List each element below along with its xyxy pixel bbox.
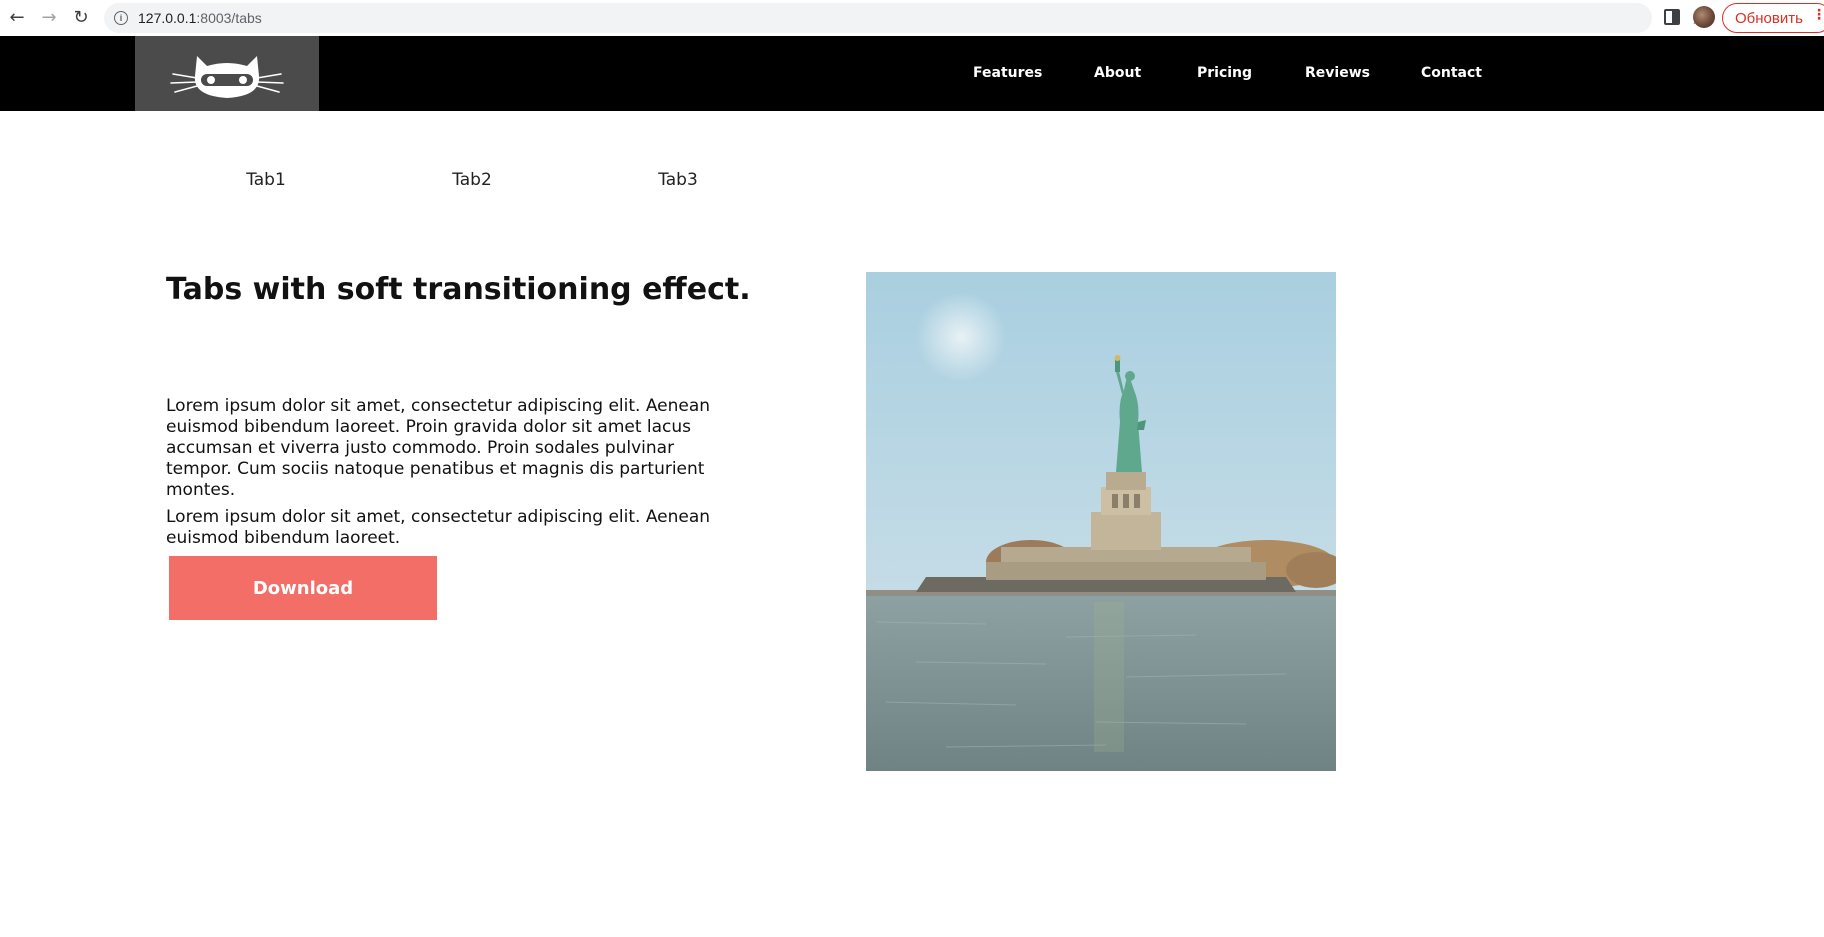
forward-icon[interactable]: → [38, 7, 60, 29]
browser-toolbar: ← → ↻ i 127.0.0.1:8003/tabs ➤ ☆ Обновить… [0, 0, 1824, 36]
content-title: Tabs with soft transitioning effect. [166, 272, 751, 307]
nav-reviews[interactable]: Reviews [1305, 36, 1370, 111]
download-button[interactable]: Download [169, 556, 437, 620]
reload-icon[interactable]: ↻ [70, 7, 92, 29]
tab-2[interactable]: Tab2 [397, 170, 547, 190]
statue-of-liberty-image [866, 272, 1336, 771]
nav-pricing[interactable]: Pricing [1197, 36, 1252, 111]
tab-3[interactable]: Tab3 [603, 170, 753, 190]
site-header: Features About Pricing Reviews Contact [0, 36, 1824, 111]
sidepanel-icon[interactable] [1664, 9, 1680, 25]
nav-about[interactable]: About [1094, 36, 1141, 111]
address-bar[interactable]: i 127.0.0.1:8003/tabs ➤ ☆ [104, 3, 1741, 33]
update-button[interactable]: Обновить [1722, 3, 1824, 33]
content-paragraph-2: Lorem ipsum dolor sit amet, consectetur … [166, 507, 711, 548]
update-label: Обновить [1735, 9, 1803, 27]
url-path: :8003/tabs [196, 10, 262, 26]
info-icon[interactable]: i [114, 11, 128, 25]
back-icon[interactable]: ← [6, 7, 28, 29]
avatar[interactable] [1693, 6, 1715, 28]
content-paragraph-1: Lorem ipsum dolor sit amet, consectetur … [166, 396, 711, 500]
download-label: Download [252, 577, 354, 599]
url-host: 127.0.0.1 [138, 10, 197, 26]
nav-contact[interactable]: Contact [1421, 36, 1482, 111]
main-nav: Features About Pricing Reviews Contact [0, 36, 1824, 111]
menu-dots-icon[interactable]: ⋮ [1812, 8, 1824, 22]
tab-1[interactable]: Tab1 [191, 170, 341, 190]
nav-features[interactable]: Features [973, 36, 1042, 111]
